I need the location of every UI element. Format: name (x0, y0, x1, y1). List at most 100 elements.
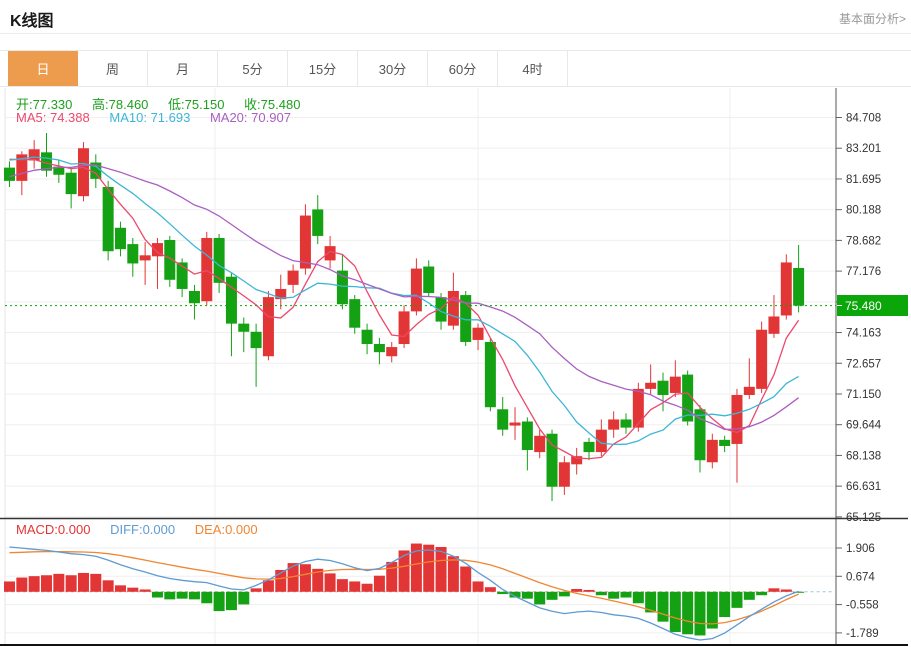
macd-bar[interactable] (423, 545, 434, 592)
macd-bar[interactable] (781, 589, 792, 591)
macd-bar[interactable] (152, 592, 163, 598)
macd-bar[interactable] (140, 589, 151, 591)
macd-bar[interactable] (90, 574, 101, 592)
candle[interactable] (473, 328, 484, 340)
candle[interactable] (694, 409, 705, 460)
candle[interactable] (325, 246, 336, 260)
candle[interactable] (115, 228, 126, 249)
candle[interactable] (670, 377, 681, 393)
candle[interactable] (300, 216, 311, 269)
macd-bar[interactable] (214, 592, 225, 611)
candle[interactable] (349, 299, 360, 328)
candle[interactable] (793, 268, 804, 306)
macd-bar[interactable] (473, 581, 484, 591)
macd-bar[interactable] (362, 584, 373, 592)
macd-bar[interactable] (399, 550, 410, 591)
macd-bar[interactable] (682, 592, 693, 634)
candle[interactable] (657, 381, 668, 395)
macd-bar[interactable] (189, 592, 200, 600)
macd-bar[interactable] (325, 573, 336, 591)
macd-bar[interactable] (78, 573, 89, 592)
macd-bar[interactable] (485, 587, 496, 592)
chart-area[interactable]: 84.70883.20181.69580.18878.68277.17675.6… (0, 88, 911, 647)
candle[interactable] (423, 267, 434, 294)
macd-bar[interactable] (374, 576, 385, 592)
candle[interactable] (633, 389, 644, 428)
candle[interactable] (238, 324, 249, 332)
candle[interactable] (263, 297, 274, 356)
candle[interactable] (399, 311, 410, 344)
macd-bar[interactable] (731, 592, 742, 608)
macd-bar[interactable] (571, 589, 582, 592)
tab-60分[interactable]: 60分 (428, 51, 498, 86)
macd-bar[interactable] (719, 592, 730, 617)
tab-月[interactable]: 月 (148, 51, 218, 86)
candle[interactable] (362, 330, 373, 344)
candle[interactable] (226, 277, 237, 324)
tab-周[interactable]: 周 (78, 51, 148, 86)
macd-bar[interactable] (460, 567, 471, 592)
macd-bar[interactable] (670, 592, 681, 632)
candle[interactable] (386, 347, 397, 356)
macd-bar[interactable] (633, 592, 644, 603)
macd-bar[interactable] (337, 579, 348, 592)
macd-bar[interactable] (29, 576, 40, 592)
macd-bar[interactable] (768, 588, 779, 591)
macd-bar[interactable] (756, 592, 767, 595)
candle[interactable] (719, 440, 730, 446)
fundamental-analysis-link[interactable]: 基本面分析> (839, 10, 906, 27)
candle[interactable] (189, 291, 200, 303)
candle[interactable] (288, 271, 299, 285)
candle[interactable] (756, 330, 767, 389)
macd-bar[interactable] (4, 581, 15, 591)
macd-bar[interactable] (547, 592, 558, 600)
macd-bar[interactable] (596, 592, 607, 595)
macd-bar[interactable] (53, 574, 64, 592)
macd-bar[interactable] (238, 592, 249, 605)
macd-bar[interactable] (103, 580, 114, 591)
candle[interactable] (411, 269, 422, 312)
candle[interactable] (29, 149, 40, 160)
candle[interactable] (251, 332, 262, 348)
tab-日[interactable]: 日 (8, 51, 78, 86)
macd-bar[interactable] (744, 592, 755, 600)
macd-bar[interactable] (41, 575, 52, 592)
macd-bar[interactable] (177, 592, 188, 599)
candle[interactable] (621, 419, 632, 427)
tab-30分[interactable]: 30分 (358, 51, 428, 86)
candle[interactable] (768, 316, 779, 333)
candle[interactable] (707, 440, 718, 462)
macd-bar[interactable] (534, 592, 545, 605)
candle[interactable] (781, 262, 792, 315)
tab-15分[interactable]: 15分 (288, 51, 358, 86)
macd-bar[interactable] (349, 581, 360, 591)
candle[interactable] (731, 395, 742, 444)
macd-bar[interactable] (694, 592, 705, 636)
candle[interactable] (744, 387, 755, 395)
macd-bar[interactable] (201, 592, 212, 603)
tab-4时[interactable]: 4时 (498, 51, 568, 86)
candle[interactable] (485, 342, 496, 407)
macd-bar[interactable] (621, 592, 632, 598)
macd-bar[interactable] (127, 588, 138, 592)
candle[interactable] (608, 419, 619, 429)
candle[interactable] (510, 423, 521, 426)
candle[interactable] (312, 209, 323, 236)
candle[interactable] (140, 255, 151, 260)
candle[interactable] (534, 436, 545, 452)
candle[interactable] (127, 244, 138, 263)
macd-bar[interactable] (522, 592, 533, 599)
candle[interactable] (66, 173, 77, 194)
candle[interactable] (645, 383, 656, 389)
macd-bar[interactable] (584, 590, 595, 592)
candle[interactable] (559, 462, 570, 486)
kline-macd-chart[interactable]: 84.70883.20181.69580.18878.68277.17675.6… (0, 88, 911, 647)
candle[interactable] (596, 430, 607, 452)
candle[interactable] (78, 148, 89, 196)
candle[interactable] (374, 344, 385, 352)
macd-bar[interactable] (115, 585, 126, 591)
candle[interactable] (547, 434, 558, 487)
candle[interactable] (4, 168, 15, 181)
macd-bar[interactable] (251, 588, 262, 591)
macd-bar[interactable] (66, 575, 77, 592)
